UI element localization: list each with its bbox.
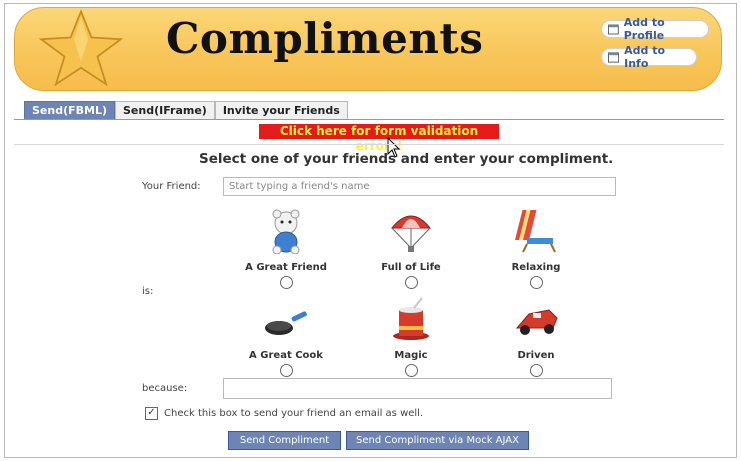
frying-pan-icon xyxy=(265,311,307,335)
tab-divider xyxy=(14,119,724,120)
choice-label: A Great Cook xyxy=(249,350,323,361)
send-compliment-button[interactable]: Send Compliment xyxy=(228,431,341,450)
magic-hat-icon xyxy=(393,297,429,340)
because-input[interactable] xyxy=(223,378,612,399)
is-label: is: xyxy=(142,286,154,297)
app-title: Compliments xyxy=(166,14,484,63)
add-to-info-button[interactable]: Add to Info xyxy=(601,44,697,70)
race-car-icon xyxy=(515,309,558,335)
add-profile-icon xyxy=(608,24,619,34)
add-to-profile-button[interactable]: Add to Profile xyxy=(601,16,709,42)
choice-label: A Great Friend xyxy=(245,262,327,273)
tab-bar: Send(FBML) Send(IFrame) Invite your Frie… xyxy=(24,101,348,119)
beach-chair-icon xyxy=(515,210,556,253)
tab-invite-friends[interactable]: Invite your Friends xyxy=(214,101,348,119)
radio-full-of-life[interactable] xyxy=(404,276,418,289)
teddy-bear-icon xyxy=(272,209,300,255)
star-logo-icon xyxy=(38,9,124,86)
choice-label: Full of Life xyxy=(381,262,441,273)
choice-full-of-life[interactable]: Full of Life xyxy=(351,208,471,289)
email-checkbox[interactable]: ✓ xyxy=(145,407,158,420)
section-divider xyxy=(14,144,724,145)
choice-great-friend[interactable]: A Great Friend xyxy=(226,208,346,289)
radio-great-cook[interactable] xyxy=(279,364,293,377)
friend-label: Your Friend: xyxy=(142,181,201,192)
friend-input[interactable]: Start typing a friend's name xyxy=(223,177,616,196)
radio-relaxing[interactable] xyxy=(529,276,543,289)
form-heading: Select one of your friends and enter you… xyxy=(199,151,614,167)
choice-magic[interactable]: Magic xyxy=(351,296,471,377)
choice-label: Driven xyxy=(517,350,555,361)
radio-driven[interactable] xyxy=(529,364,543,377)
radio-magic[interactable] xyxy=(404,364,418,377)
tab-send-iframe[interactable]: Send(IFrame) xyxy=(115,101,215,119)
choice-relaxing[interactable]: Relaxing xyxy=(476,208,596,289)
email-checkbox-label: Check this box to send your friend an em… xyxy=(164,408,424,419)
email-checkbox-row[interactable]: ✓ Check this box to send your friend an … xyxy=(145,407,423,420)
parachute-icon xyxy=(390,215,432,252)
validation-errors-link[interactable]: Click here for form validation errors! xyxy=(259,124,499,153)
radio-great-friend[interactable] xyxy=(279,276,293,289)
add-to-profile-label: Add to Profile xyxy=(623,16,665,42)
choice-driven[interactable]: Driven xyxy=(476,296,596,377)
choice-label: Magic xyxy=(394,350,428,361)
choice-great-cook[interactable]: A Great Cook xyxy=(226,296,346,377)
choice-label: Relaxing xyxy=(511,262,561,273)
add-to-info-label: Add to Info xyxy=(624,44,666,70)
send-ajax-button[interactable]: Send Compliment via Mock AJAX xyxy=(346,431,529,450)
because-label: because: xyxy=(142,383,188,394)
tab-send-fbml[interactable]: Send(FBML) xyxy=(24,101,115,119)
add-info-icon xyxy=(608,51,620,63)
